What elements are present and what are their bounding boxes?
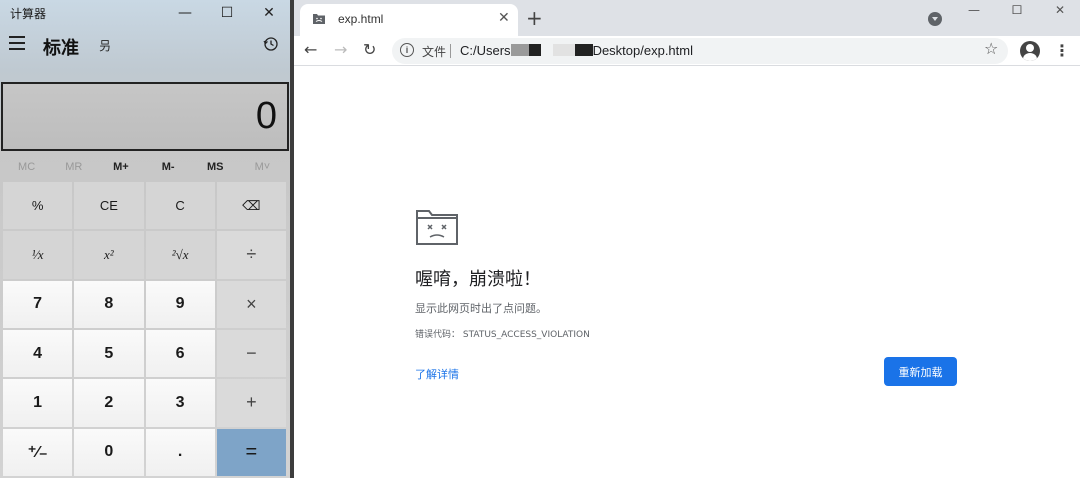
calculator-titlebar: 计算器 — ☐ ✕ <box>0 0 290 26</box>
memory-list-button[interactable]: M˅ <box>239 157 286 177</box>
browser-minimize-button[interactable]: — <box>954 0 994 20</box>
calculator-minimize-button[interactable]: — <box>164 0 206 26</box>
digit-6-button[interactable]: 6 <box>145 329 215 378</box>
tab-close-icon[interactable]: ✕ <box>498 10 510 26</box>
error-page: 喔唷，崩溃啦！ 显示此网页时出了点问题。 错误代码： STATUS_ACCESS… <box>294 67 1080 478</box>
error-title: 喔唷，崩溃啦！ <box>415 269 541 290</box>
subtract-button[interactable]: − <box>216 329 286 378</box>
keep-on-top-icon[interactable]: 叧 <box>99 37 111 54</box>
clear-entry-button[interactable]: CE <box>74 182 144 230</box>
memory-add-button[interactable]: M+ <box>97 157 144 177</box>
address-bar[interactable]: i 文件 C:/Users Desktop/exp.html <box>392 38 1008 64</box>
display-value: 0 <box>255 95 277 137</box>
calculator-keypad: % CE C ⌫ ¹⁄x x² ²√x ÷ 7 8 9 × 4 5 6 − 1 … <box>3 182 286 476</box>
redaction-block <box>552 44 575 56</box>
percent-button[interactable]: % <box>3 182 73 230</box>
negate-button[interactable]: ⁺⁄₋ <box>3 428 73 476</box>
url-text[interactable]: C:/Users Desktop/exp.html <box>460 43 693 58</box>
decimal-button[interactable]: . <box>145 428 215 476</box>
url-suffix: Desktop/exp.html <box>592 43 693 58</box>
digit-2-button[interactable]: 2 <box>74 379 144 427</box>
redaction-block <box>574 44 593 56</box>
calculator-header: 标准 叧 <box>0 26 290 66</box>
browser-toolbar: ← → ↻ i 文件 C:/Users Desktop/exp.html ☆ ⋮ <box>294 36 1080 66</box>
digit-4-button[interactable]: 4 <box>3 329 73 378</box>
reload-page-button[interactable]: 重新加载 <box>884 357 957 386</box>
tab-exp-html[interactable]: exp.html ✕ <box>300 4 518 36</box>
digit-7-button[interactable]: 7 <box>3 280 73 328</box>
reload-button[interactable]: ↻ <box>363 40 376 59</box>
tab-strip: exp.html ✕ + — ☐ ☐ ✕ <box>294 0 1080 36</box>
memory-store-button[interactable]: MS <box>192 157 239 177</box>
new-tab-button[interactable]: + <box>526 6 543 30</box>
tab-search-icon[interactable] <box>928 12 942 26</box>
browser-menu-icon[interactable]: ⋮ <box>1054 41 1070 60</box>
tab-title: exp.html <box>338 12 384 26</box>
digit-3-button[interactable]: 3 <box>145 379 215 427</box>
bookmark-star-icon[interactable]: ☆ <box>984 39 998 58</box>
calculator-mode-title: 标准 <box>43 38 79 59</box>
site-info-icon[interactable]: i <box>400 43 414 57</box>
calculator-maximize-button[interactable]: ☐ <box>206 0 248 26</box>
error-code: 错误代码： STATUS_ACCESS_VIOLATION <box>415 330 590 340</box>
calculator-close-button[interactable]: ✕ <box>248 0 290 26</box>
redaction-block <box>528 44 541 56</box>
sad-folder-icon <box>416 210 458 245</box>
calculator-title: 计算器 <box>10 7 47 21</box>
memory-recall-button[interactable]: MR <box>50 157 97 177</box>
error-description: 显示此网页时出了点问题。 <box>415 302 547 315</box>
digit-8-button[interactable]: 8 <box>74 280 144 328</box>
address-separator <box>450 44 451 58</box>
add-button[interactable]: + <box>216 379 286 427</box>
back-button[interactable]: ← <box>304 40 317 59</box>
square-button[interactable]: x² <box>74 231 144 279</box>
memory-row: MC MR M+ M- MS M˅ <box>3 157 286 177</box>
forward-button[interactable]: → <box>334 40 347 59</box>
sad-page-favicon-icon <box>313 14 325 24</box>
digit-0-button[interactable]: 0 <box>74 428 144 476</box>
reciprocal-button[interactable]: ¹⁄x <box>3 231 73 279</box>
divide-button[interactable]: ÷ <box>216 231 286 279</box>
multiply-button[interactable]: × <box>216 280 286 328</box>
learn-more-link[interactable]: 了解详情 <box>415 366 459 382</box>
redaction-block <box>510 44 529 56</box>
square-root-button[interactable]: ²√x <box>145 231 215 279</box>
file-scheme-label: 文件 <box>422 45 447 59</box>
url-prefix: C:/Users <box>460 43 511 58</box>
digit-1-button[interactable]: 1 <box>3 379 73 427</box>
digit-9-button[interactable]: 9 <box>145 280 215 328</box>
memory-subtract-button[interactable]: M- <box>145 157 192 177</box>
calculator-display: 0 <box>1 82 289 151</box>
history-icon[interactable] <box>263 36 279 52</box>
profile-avatar-icon[interactable] <box>1020 41 1040 61</box>
backspace-button[interactable]: ⌫ <box>216 182 286 230</box>
equals-button[interactable]: = <box>216 428 286 476</box>
browser-close-button[interactable]: ✕ <box>1040 0 1080 20</box>
hamburger-menu-icon[interactable] <box>9 36 27 54</box>
memory-clear-button[interactable]: MC <box>3 157 50 177</box>
browser-maximize-button-visible: ☐ <box>1011 3 1023 17</box>
digit-5-button[interactable]: 5 <box>74 329 144 378</box>
browser-window: exp.html ✕ + — ☐ ☐ ✕ ← → ↻ i 文件 C:/Users… <box>294 0 1080 478</box>
calculator-window: 计算器 — ☐ ✕ 标准 叧 0 MC MR M+ M- MS M˅ % CE … <box>0 0 290 478</box>
clear-button[interactable]: C <box>145 182 215 230</box>
